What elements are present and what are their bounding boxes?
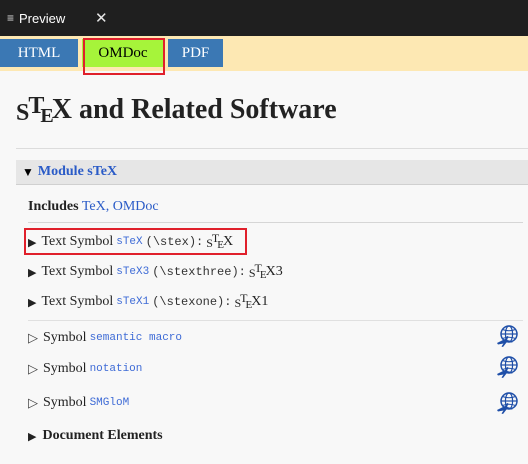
globe-airplane-icon[interactable] — [496, 324, 520, 348]
symbol-name[interactable]: SMGloM — [90, 397, 130, 409]
stex-logo: STEX — [248, 261, 276, 281]
symbol-name[interactable]: sTeX3 — [116, 266, 149, 278]
triangle-right-icon: ▶ — [28, 296, 37, 309]
row-prefix: Text Symbol — [41, 294, 114, 309]
tab-preview[interactable]: ≡ Preview ✕ — [0, 0, 115, 36]
symbol-notation[interactable]: ▷ Symbol notation — [28, 359, 145, 379]
tab-preview-label: Preview — [19, 10, 66, 26]
triangle-right-icon: ▶ — [28, 430, 37, 443]
document-elements[interactable]: ▶ Document Elements — [28, 428, 163, 444]
macro-name: (\stexthree): — [152, 265, 246, 279]
text-symbol-stex1[interactable]: ▶ Text Symbol sTeX1 (\stexone): STEX 1 — [28, 291, 269, 312]
divider — [28, 320, 523, 321]
module-header[interactable]: ▼ Module sTeX — [16, 160, 528, 185]
globe-airplane-icon[interactable] — [496, 355, 520, 379]
tab-html[interactable]: HTML — [0, 39, 78, 67]
divider — [16, 148, 528, 149]
text-symbol-stex[interactable]: ▶ Text Symbol sTeX (\stex): STEX — [28, 231, 234, 252]
divider — [28, 222, 523, 223]
stex-logo: STEX — [234, 291, 262, 311]
symbol-name[interactable]: sTeX1 — [116, 296, 149, 308]
menu-icon: ≡ — [7, 11, 15, 25]
page-title-text: and Related Software — [71, 94, 337, 125]
triangle-right-icon: ▶ — [28, 236, 37, 249]
row-prefix: Symbol — [43, 361, 87, 376]
triangle-right-outline-icon: ▷ — [28, 361, 38, 376]
row-prefix: Symbol — [43, 330, 87, 345]
logo-suffix: 1 — [261, 294, 269, 309]
symbol-name[interactable]: semantic macro — [90, 332, 182, 344]
symbol-smglom[interactable]: ▷ Symbol SMGloM — [28, 393, 132, 413]
includes-links[interactable]: TeX, OMDoc — [82, 199, 159, 214]
stex-logo: STEX — [206, 231, 234, 251]
logo-suffix: 3 — [275, 264, 283, 279]
includes-label: Includes — [28, 199, 79, 214]
tab-omdoc[interactable]: OMDoc — [82, 39, 164, 67]
symbol-semantic-macro[interactable]: ▷ Symbol semantic macro — [28, 328, 185, 348]
symbol-name[interactable]: sTeX — [116, 236, 142, 248]
triangle-right-icon: ▶ — [28, 266, 37, 279]
triangle-right-outline-icon: ▷ — [28, 395, 38, 410]
text-symbol-stex3[interactable]: ▶ Text Symbol sTeX3 (\stexthree): STEX 3 — [28, 261, 283, 282]
tab-pdf[interactable]: PDF — [168, 39, 223, 67]
triangle-down-icon: ▼ — [22, 164, 34, 179]
triangle-right-outline-icon: ▷ — [28, 330, 38, 345]
editor-tab-bar: ≡ Preview ✕ — [0, 0, 528, 36]
page-title: STEX and Related Software — [16, 93, 337, 127]
document-elements-label: Document Elements — [42, 428, 163, 443]
format-bar: HTML OMDoc PDF — [0, 36, 528, 71]
macro-name: (\stex): — [145, 235, 204, 249]
symbol-name[interactable]: notation — [90, 363, 143, 375]
module-label: Module sTeX — [37, 164, 118, 179]
row-prefix: Symbol — [43, 395, 87, 410]
stex-logo: STEX — [16, 93, 72, 127]
macro-name: (\stexone): — [152, 295, 232, 309]
globe-airplane-icon[interactable] — [496, 391, 520, 415]
row-prefix: Text Symbol — [41, 264, 114, 279]
row-prefix: Text Symbol — [41, 234, 114, 249]
includes-line: Includes TeX, OMDoc — [28, 199, 159, 215]
close-icon[interactable]: ✕ — [95, 9, 108, 27]
